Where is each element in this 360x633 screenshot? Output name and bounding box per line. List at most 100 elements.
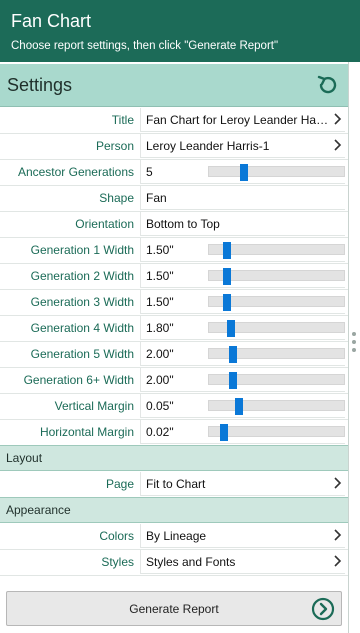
reset-icon[interactable]	[315, 72, 341, 98]
generation-6-width-slider[interactable]	[208, 372, 345, 389]
styles-label: Styles	[101, 555, 134, 569]
chevron-right-icon	[334, 113, 342, 125]
page-value[interactable]: Fit to Chart	[140, 472, 345, 496]
person-label: Person	[95, 139, 134, 153]
ancestor-generations-label: Ancestor Generations	[17, 165, 134, 179]
colors-value-text: By Lineage	[146, 529, 207, 543]
slider-thumb[interactable]	[234, 398, 243, 415]
slider-thumb[interactable]	[226, 320, 235, 337]
vertical-margin-value: 0.05"	[140, 394, 345, 418]
chevron-right-icon	[334, 477, 342, 489]
vertical-margin-label: Vertical Margin	[54, 399, 134, 413]
generation-1-width-slider[interactable]	[208, 242, 345, 259]
horizontal-margin-text: 0.02"	[146, 425, 174, 439]
generate-report-label: Generate Report	[129, 602, 219, 616]
shape-value-text: Fan	[146, 191, 167, 205]
horizontal-margin-value: 0.02"	[140, 420, 345, 444]
generation-3-width-value: 1.50"	[140, 290, 345, 314]
generation-2-width-slider[interactable]	[208, 268, 345, 285]
setting-row-generation-5-width: Generation 5 Width 2.00"	[0, 341, 348, 368]
generation-4-width-label: Generation 4 Width	[30, 321, 134, 335]
setting-row-generation-6-width: Generation 6+ Width 2.00"	[0, 367, 348, 394]
slider-thumb[interactable]	[240, 164, 249, 181]
setting-row-ancestor-generations: Ancestor Generations 5	[0, 159, 348, 186]
person-value[interactable]: Leroy Leander Harris-1	[140, 134, 345, 158]
generation-2-width-label: Generation 2 Width	[30, 269, 134, 283]
orientation-value-text: Bottom to Top	[146, 217, 220, 231]
page-label: Page	[105, 477, 134, 491]
section-layout: Layout	[0, 445, 348, 471]
person-value-text: Leroy Leander Harris-1	[146, 139, 270, 153]
slider-thumb[interactable]	[222, 242, 231, 259]
generation-1-width-text: 1.50"	[146, 243, 174, 257]
setting-row-generation-1-width: Generation 1 Width 1.50"	[0, 237, 348, 264]
chevron-right-icon	[334, 555, 342, 567]
generation-4-width-text: 1.80"	[146, 321, 174, 335]
shape-value[interactable]: Fan	[140, 186, 345, 210]
settings-header: Settings	[0, 64, 348, 107]
title-value-text: Fan Chart for Leroy Leander Harris-1	[146, 113, 332, 127]
slider-thumb[interactable]	[222, 268, 231, 285]
setting-row-generation-3-width: Generation 3 Width 1.50"	[0, 289, 348, 316]
arrow-right-circle-icon	[311, 597, 335, 621]
slider-thumb[interactable]	[229, 346, 238, 363]
chevron-right-icon	[334, 529, 342, 541]
generation-2-width-value: 1.50"	[140, 264, 345, 288]
vertical-margin-slider[interactable]	[208, 398, 345, 415]
generation-3-width-text: 1.50"	[146, 295, 174, 309]
setting-row-shape: Shape Fan	[0, 185, 348, 212]
setting-row-colors: Colors By Lineage	[0, 523, 348, 550]
title-value[interactable]: Fan Chart for Leroy Leander Harris-1	[140, 108, 345, 132]
title-label: Title	[111, 113, 134, 127]
setting-row-generation-4-width: Generation 4 Width 1.80"	[0, 315, 348, 342]
styles-value-text: Styles and Fonts	[146, 555, 236, 569]
header-subtitle: Choose report settings, then click "Gene…	[11, 40, 279, 52]
generate-report-button[interactable]: Generate Report	[6, 591, 342, 626]
setting-row-vertical-margin: Vertical Margin 0.05"	[0, 393, 348, 420]
ancestor-generations-text: 5	[146, 165, 153, 179]
settings-heading: Settings	[7, 75, 73, 95]
horizontal-margin-slider[interactable]	[208, 424, 345, 441]
generation-1-width-label: Generation 1 Width	[30, 243, 134, 257]
shape-label: Shape	[99, 191, 134, 205]
generation-3-width-slider[interactable]	[208, 294, 345, 311]
generation-6-width-text: 2.00"	[146, 373, 174, 387]
ancestor-generations-slider[interactable]	[208, 164, 345, 181]
setting-row-title: Title Fan Chart for Leroy Leander Harris…	[0, 107, 348, 134]
generation-4-width-slider[interactable]	[208, 320, 345, 337]
setting-row-horizontal-margin: Horizontal Margin 0.02"	[0, 419, 348, 446]
setting-row-person: Person Leroy Leander Harris-1	[0, 133, 348, 160]
generation-6-width-value: 2.00"	[140, 368, 345, 392]
section-layout-heading: Layout	[6, 451, 43, 465]
section-appearance-heading: Appearance	[6, 503, 71, 517]
section-appearance: Appearance	[0, 497, 348, 523]
window-title: Fan Chart	[11, 11, 92, 31]
orientation-label: Orientation	[75, 217, 134, 231]
generation-5-width-label: Generation 5 Width	[30, 347, 134, 361]
slider-thumb[interactable]	[229, 372, 238, 389]
generation-5-width-text: 2.00"	[146, 347, 174, 361]
slider-thumb[interactable]	[222, 294, 231, 311]
chevron-right-icon	[334, 139, 342, 151]
horizontal-margin-label: Horizontal Margin	[39, 425, 134, 439]
generation-6-width-label: Generation 6+ Width	[23, 373, 134, 387]
slider-thumb[interactable]	[219, 424, 228, 441]
panel-resize-grip[interactable]	[352, 332, 356, 356]
styles-value[interactable]: Styles and Fonts	[140, 550, 345, 574]
generation-1-width-value: 1.50"	[140, 238, 345, 262]
setting-row-generation-2-width: Generation 2 Width 1.50"	[0, 263, 348, 290]
setting-row-orientation: Orientation Bottom to Top	[0, 211, 348, 238]
page-value-text: Fit to Chart	[146, 477, 206, 491]
ancestor-generations-value: 5	[140, 160, 345, 184]
generation-4-width-value: 1.80"	[140, 316, 345, 340]
colors-value[interactable]: By Lineage	[140, 524, 345, 548]
setting-row-styles: Styles Styles and Fonts	[0, 549, 348, 576]
app-header: Fan Chart Choose report settings, then c…	[0, 0, 360, 62]
generation-2-width-text: 1.50"	[146, 269, 174, 283]
generation-5-width-slider[interactable]	[208, 346, 345, 363]
setting-row-page: Page Fit to Chart	[0, 471, 348, 498]
vertical-margin-text: 0.05"	[146, 399, 174, 413]
generation-3-width-label: Generation 3 Width	[30, 295, 134, 309]
orientation-value[interactable]: Bottom to Top	[140, 212, 345, 236]
colors-label: Colors	[99, 529, 134, 543]
